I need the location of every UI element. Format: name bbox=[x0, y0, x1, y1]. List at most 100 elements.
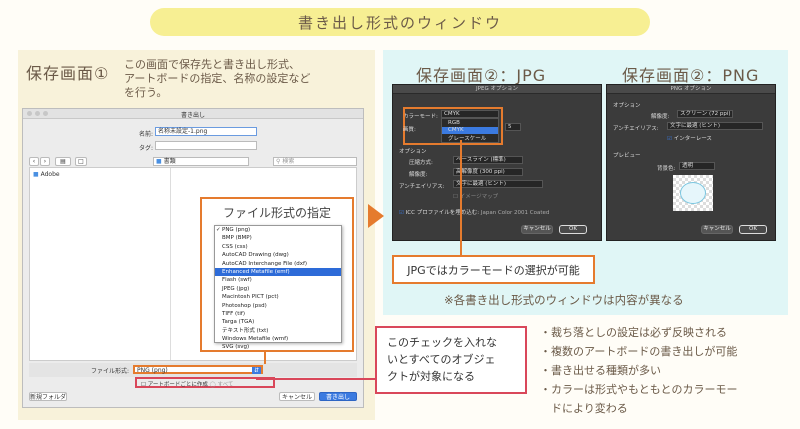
ok-button[interactable]: OK bbox=[739, 225, 767, 234]
format-option[interactable]: PNG (png) ✓ bbox=[215, 226, 341, 234]
interlace-label: インターレース bbox=[673, 136, 712, 142]
format-option[interactable]: TIFF (tif) bbox=[215, 310, 341, 318]
format-option[interactable]: Flash (swf) bbox=[215, 276, 341, 284]
jpg-heading: 保存画面②：JPG bbox=[416, 66, 547, 85]
compress-select[interactable]: ベースライン (標準) bbox=[453, 156, 523, 164]
tag-label: タグ: bbox=[138, 145, 153, 152]
format-option[interactable]: BMP (BMP) bbox=[215, 234, 341, 242]
note-line: アートボードの指定、名称の設定など bbox=[124, 72, 311, 85]
folder-icon: ■ bbox=[156, 158, 162, 165]
color-mode-highlight bbox=[403, 107, 503, 145]
list-item: ・カラーは形式やもともとのカラーモー bbox=[540, 383, 738, 396]
png-options-dialog: PNG オプション オプション 解像度: スクリーン (72 ppi) アンチエ… bbox=[606, 84, 776, 241]
search-placeholder: 検索 bbox=[282, 158, 295, 165]
forward-button[interactable]: › bbox=[40, 157, 50, 166]
format-value: PNG (png) bbox=[137, 367, 168, 374]
format-option[interactable]: AutoCAD Interchange File (dxf) bbox=[215, 260, 341, 268]
sidebar-item-adobe[interactable]: ■ Adobe bbox=[33, 171, 60, 178]
check-callout: このチェックを入れな いとすべてのオブジェ クトが対象になる bbox=[375, 326, 527, 394]
quality-input[interactable]: 5 bbox=[505, 123, 521, 131]
title-banner: 書き出し形式のウィンドウ bbox=[150, 8, 650, 36]
format-option[interactable]: テキスト形式 (txt) bbox=[215, 327, 341, 335]
format-select[interactable]: PNG (png) ⇵ bbox=[133, 365, 263, 374]
antialias-label: アンチエイリアス: bbox=[399, 184, 445, 190]
resolution-select[interactable]: 高解像度 (300 ppi) bbox=[453, 168, 523, 176]
cancel-button[interactable]: キャンセル bbox=[701, 225, 733, 234]
options-label: オプション bbox=[399, 149, 427, 155]
compress-label: 圧縮方式: bbox=[409, 160, 433, 166]
note-line: を行う。 bbox=[124, 86, 168, 99]
format-option[interactable]: JPEG (jpg) bbox=[215, 285, 341, 293]
antialias-select[interactable]: 文字に最適 (ヒント) bbox=[453, 180, 543, 188]
preview-label: プレビュー bbox=[613, 153, 641, 159]
resolution-select[interactable]: スクリーン (72 ppi) bbox=[677, 110, 733, 118]
imagemap-label: イメージマップ bbox=[459, 194, 499, 200]
callout-line: いとすべてのオブジェ bbox=[387, 353, 496, 366]
list-item: ・書き出せる種類が多い bbox=[540, 364, 661, 377]
location-value: 書類 bbox=[163, 158, 176, 165]
options-label: オプション bbox=[613, 103, 641, 109]
jpgmode-callout: JPGではカラーモードの選択が可能 bbox=[392, 255, 595, 284]
resolution-label: 解像度: bbox=[651, 114, 670, 120]
list-view-icon: ▤ bbox=[60, 158, 66, 165]
view-button[interactable]: ▤ bbox=[55, 157, 71, 166]
name-input[interactable]: 名称未設定-1.png bbox=[155, 127, 257, 136]
dialog-title: 書き出し bbox=[180, 112, 205, 119]
quality-label: 画質: bbox=[403, 127, 416, 133]
icc-label: ICC プロファイルを埋め込む: bbox=[405, 210, 480, 216]
checkbox-checked-icon: ☑ bbox=[399, 210, 404, 216]
format-row: ファイル形式: PNG (png) ⇵ bbox=[29, 363, 357, 377]
new-folder-button[interactable]: 新規フォルダ bbox=[29, 392, 67, 401]
chevron-down-icon: ⇵ bbox=[251, 367, 261, 374]
interlace-checkbox[interactable]: ☑ インターレース bbox=[667, 134, 712, 142]
bg-select[interactable]: 透明 bbox=[679, 162, 715, 170]
chevron-left-icon: ‹ bbox=[32, 158, 36, 165]
back-button[interactable]: ‹ bbox=[29, 157, 39, 166]
dialog-title: PNG オプション bbox=[607, 85, 775, 94]
format-option[interactable]: Macintosh PICT (pct) bbox=[215, 293, 341, 301]
resolution-label: 解像度: bbox=[409, 172, 428, 178]
format-label: ファイル形式: bbox=[90, 368, 129, 375]
search-icon: ⚲ bbox=[276, 158, 281, 165]
format-option[interactable]: Enhanced Metafile (emf) bbox=[215, 267, 341, 277]
left-note: この画面で保存先と書き出し形式、 アートボードの指定、名称の設定など を行う。 bbox=[124, 58, 374, 100]
png-heading: 保存画面②：PNG bbox=[622, 66, 760, 85]
cancel-button[interactable]: キャンセル bbox=[521, 225, 553, 234]
icc-checkbox[interactable]: ☑ ICC プロファイルを埋め込む: Japan Color 2001 Coat… bbox=[399, 208, 549, 216]
format-option[interactable]: Targa (TGA) bbox=[215, 318, 341, 326]
callout-line: このチェックを入れな bbox=[387, 336, 497, 349]
antialias-label: アンチエイリアス: bbox=[613, 126, 659, 132]
list-item: ドにより変わる bbox=[540, 402, 628, 415]
format-option[interactable]: Windows Metafile (wmf) bbox=[215, 335, 341, 343]
folder-button[interactable]: □ bbox=[75, 157, 87, 166]
format-option[interactable]: AutoCAD Drawing (dwg) bbox=[215, 251, 341, 259]
mascot-icon bbox=[680, 182, 706, 204]
list-item: ・複数のアートボードの書き出しが可能 bbox=[540, 345, 738, 358]
bg-label: 背景色: bbox=[657, 166, 676, 172]
format-option[interactable]: Photoshop (psd) bbox=[215, 302, 341, 310]
chevron-right-icon: › bbox=[43, 158, 47, 165]
cancel-button[interactable]: キャンセル bbox=[279, 392, 315, 401]
location-select[interactable]: ■ 書類 bbox=[153, 157, 249, 166]
range-all-radio[interactable]: ◯ すべて bbox=[210, 382, 234, 388]
connector-line bbox=[460, 140, 462, 256]
caution-note: ※各書き出し形式のウィンドウは内容が異なる bbox=[444, 293, 684, 307]
callout-text: JPGではカラーモードの選択が可能 bbox=[407, 263, 580, 277]
ok-button[interactable]: OK bbox=[559, 225, 587, 234]
antialias-select[interactable]: 文字に最適 (ヒント) bbox=[667, 122, 763, 130]
artboard-checkbox[interactable]: ☐ bbox=[141, 382, 146, 388]
range-all-label: すべて bbox=[217, 382, 234, 388]
search-input[interactable]: ⚲ 検索 bbox=[273, 157, 357, 166]
list-item: ・裁ち落としの設定は必ず反映される bbox=[540, 326, 727, 339]
format-dropdown-list: PNG (png) ✓ BMP (BMP) CSS (css) AutoCAD Draw… bbox=[214, 225, 342, 350]
format-option[interactable]: CSS (css) bbox=[215, 243, 341, 251]
jpg-options-dialog: JPEG オプション カラーモード: CMYK RGB CMYK グレースケール… bbox=[392, 84, 602, 241]
export-button[interactable]: 書き出し bbox=[319, 392, 357, 401]
format-option[interactable]: SVG (svg) bbox=[215, 343, 341, 351]
connector-line bbox=[256, 378, 378, 380]
checkbox-checked-icon: ☑ bbox=[667, 136, 672, 142]
checkmark-icon: ✓ bbox=[216, 227, 221, 233]
bullet-list: ・裁ち落としの設定は必ず反映される ・複数のアートボードの書き出しが可能 ・書き… bbox=[540, 323, 798, 418]
tag-input[interactable] bbox=[155, 141, 257, 150]
dialog-titlebar: 書き出し bbox=[23, 109, 363, 119]
